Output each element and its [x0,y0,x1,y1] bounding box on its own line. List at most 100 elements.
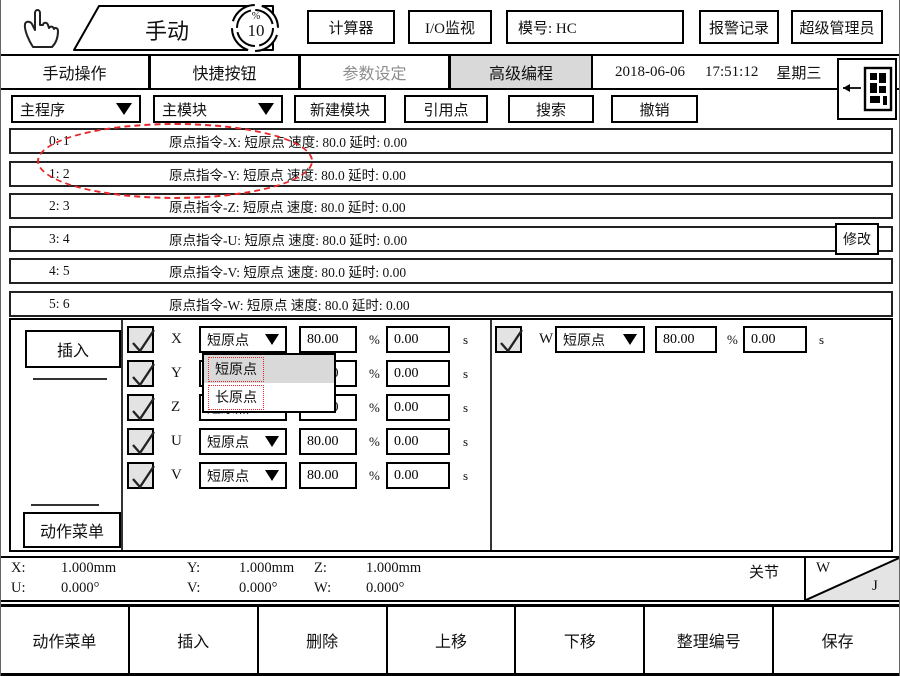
row-command: 原点指令-X: 短原点 速度: 80.0 延时: 0.00 [169,131,407,151]
origin-select-v[interactable]: 短原点 [199,462,287,489]
tab-parameter-settings[interactable]: 参数设定 [301,56,451,88]
left-arrow-icon [843,84,861,92]
alarm-record-button[interactable]: 报警记录 [699,10,779,44]
module-select-value: 主模块 [162,99,207,120]
move-up-bottom-button[interactable]: 上移 [388,607,517,673]
save-bottom-button[interactable]: 保存 [774,607,900,673]
program-toolbar: 主程序 主模块 新建模块 引用点 搜索 撤销 [1,90,900,126]
seconds-unit: s [463,400,468,416]
origin-select-value: 短原点 [207,466,249,486]
chevron-down-icon [265,470,279,481]
action-menu-button[interactable]: 动作菜单 [23,512,121,548]
tab-advanced-programming[interactable]: 高级编程 [451,56,593,88]
program-row[interactable]: 0: 1 原点指令-X: 短原点 速度: 80.0 延时: 0.00 [9,128,893,154]
row-command: 原点指令-V: 短原点 速度: 80.0 延时: 0.00 [169,261,406,281]
row-command: 原点指令-W: 短原点 速度: 80.0 延时: 0.00 [169,294,410,314]
axis-checkbox-v[interactable] [127,462,154,489]
speed-value: 10 [238,21,274,41]
modify-button[interactable]: 修改 [835,223,879,255]
axis-checkbox-z[interactable] [127,394,154,421]
row-index: 2: 3 [11,198,169,214]
coord-value: 1.000mm [61,560,116,577]
percent-unit: % [727,332,738,348]
speed-field-u[interactable] [299,428,357,455]
undo-button[interactable]: 撤销 [611,95,698,123]
percent-unit: % [369,468,380,484]
io-monitor-button[interactable]: I/O监视 [408,10,492,44]
coord-value: 1.000mm [239,560,294,577]
axis-label: Y [171,365,182,382]
coord-label: Z: [314,560,327,577]
axis-label: U [171,433,182,450]
program-row[interactable]: 1: 2 原点指令-Y: 短原点 速度: 80.0 延时: 0.00 [9,161,893,187]
delay-field-w[interactable] [743,326,807,353]
tab-manual-operation[interactable]: 手动操作 [1,56,151,88]
insert-bottom-button[interactable]: 插入 [130,607,259,673]
coord-label: Y: [187,560,200,577]
chevron-down-icon [265,436,279,447]
datetime-display: 2018-06-06 17:51:12 星期三 [601,56,837,88]
origin-select-u[interactable]: 短原点 [199,428,287,455]
calculator-button[interactable]: 计算器 [307,10,395,44]
seconds-unit: s [463,366,468,382]
program-row[interactable]: 3: 4 原点指令-U: 短原点 速度: 80.0 延时: 0.00 [9,226,893,252]
hmi-screen: 手动 % 10 计算器 I/O监视 模号: HC 报警记录 超级管理员 手动操作… [0,0,900,676]
program-row[interactable]: 5: 6 原点指令-W: 短原点 速度: 80.0 延时: 0.00 [9,291,893,317]
delete-bottom-button[interactable]: 删除 [259,607,388,673]
tab-shortcut-buttons[interactable]: 快捷按钮 [151,56,301,88]
row-index: 4: 5 [11,263,169,279]
row-index: 1: 2 [11,166,169,182]
seconds-unit: s [463,468,468,484]
axis-checkbox-y[interactable] [127,360,154,387]
search-button[interactable]: 搜索 [508,95,594,123]
coord-label: V: [187,580,200,597]
coordinate-mode-toggle[interactable]: W J [804,558,899,600]
corner-nav-box[interactable] [837,58,897,120]
program-select[interactable]: 主程序 [11,95,141,123]
coord-value: 1.000mm [366,560,421,577]
percent-unit: % [369,400,380,416]
axis-checkbox-u[interactable] [127,428,154,455]
action-menu-bottom-button[interactable]: 动作菜单 [1,607,130,673]
reference-point-button[interactable]: 引用点 [404,95,488,123]
row-index: 3: 4 [11,231,169,247]
command-editor-panel: 插入 X 短原点 % s Y 短原点 [9,318,893,552]
percent-unit: % [369,366,380,382]
dropdown-option-short-origin[interactable]: 短原点 [204,355,334,383]
module-select[interactable]: 主模块 [153,95,283,123]
origin-select-w[interactable]: 短原点 [555,326,645,353]
model-number-box[interactable]: 模号: HC [506,10,684,44]
coord-label: X: [11,560,26,577]
seconds-unit: s [819,332,824,348]
mode-bottom-label: J [872,578,878,595]
row-command: 原点指令-Y: 短原点 速度: 80.0 延时: 0.00 [169,164,406,184]
hand-cursor-icon [21,6,61,55]
coord-value: 0.000° [61,580,99,597]
renumber-bottom-button[interactable]: 整理编号 [645,607,774,673]
axis-label: Z [171,399,180,416]
delay-field-y[interactable] [386,360,450,387]
program-row[interactable]: 4: 5 原点指令-V: 短原点 速度: 80.0 延时: 0.00 [9,258,893,284]
dropdown-option-long-origin[interactable]: 长原点 [204,383,334,411]
mode-top-label: W [816,560,830,577]
chevron-down-icon [116,103,132,115]
delay-field-z[interactable] [386,394,450,421]
axis-row-u: U 短原点 % s [11,428,490,456]
delay-field-u[interactable] [386,428,450,455]
speed-field-w[interactable] [655,326,717,353]
tab-bar: 手动操作 快捷按钮 参数设定 高级编程 2018-06-06 17:51:12 … [1,56,900,90]
mode-label: 手动 [103,14,231,46]
divider [490,320,492,550]
top-bar: 手动 % 10 计算器 I/O监视 模号: HC 报警记录 超级管理员 [1,0,900,56]
axis-label: V [171,467,182,484]
move-down-bottom-button[interactable]: 下移 [516,607,645,673]
checkmark-icon [497,328,524,355]
axis-row-w: W 短原点 % s [11,326,895,354]
program-row[interactable]: 2: 3 原点指令-Z: 短原点 速度: 80.0 延时: 0.00 [9,193,893,219]
new-module-button[interactable]: 新建模块 [294,95,386,123]
user-role-button[interactable]: 超级管理员 [791,10,883,44]
axis-checkbox-w[interactable] [495,326,522,353]
delay-field-v[interactable] [386,462,450,489]
speed-field-v[interactable] [299,462,357,489]
coord-label: W: [314,580,331,597]
